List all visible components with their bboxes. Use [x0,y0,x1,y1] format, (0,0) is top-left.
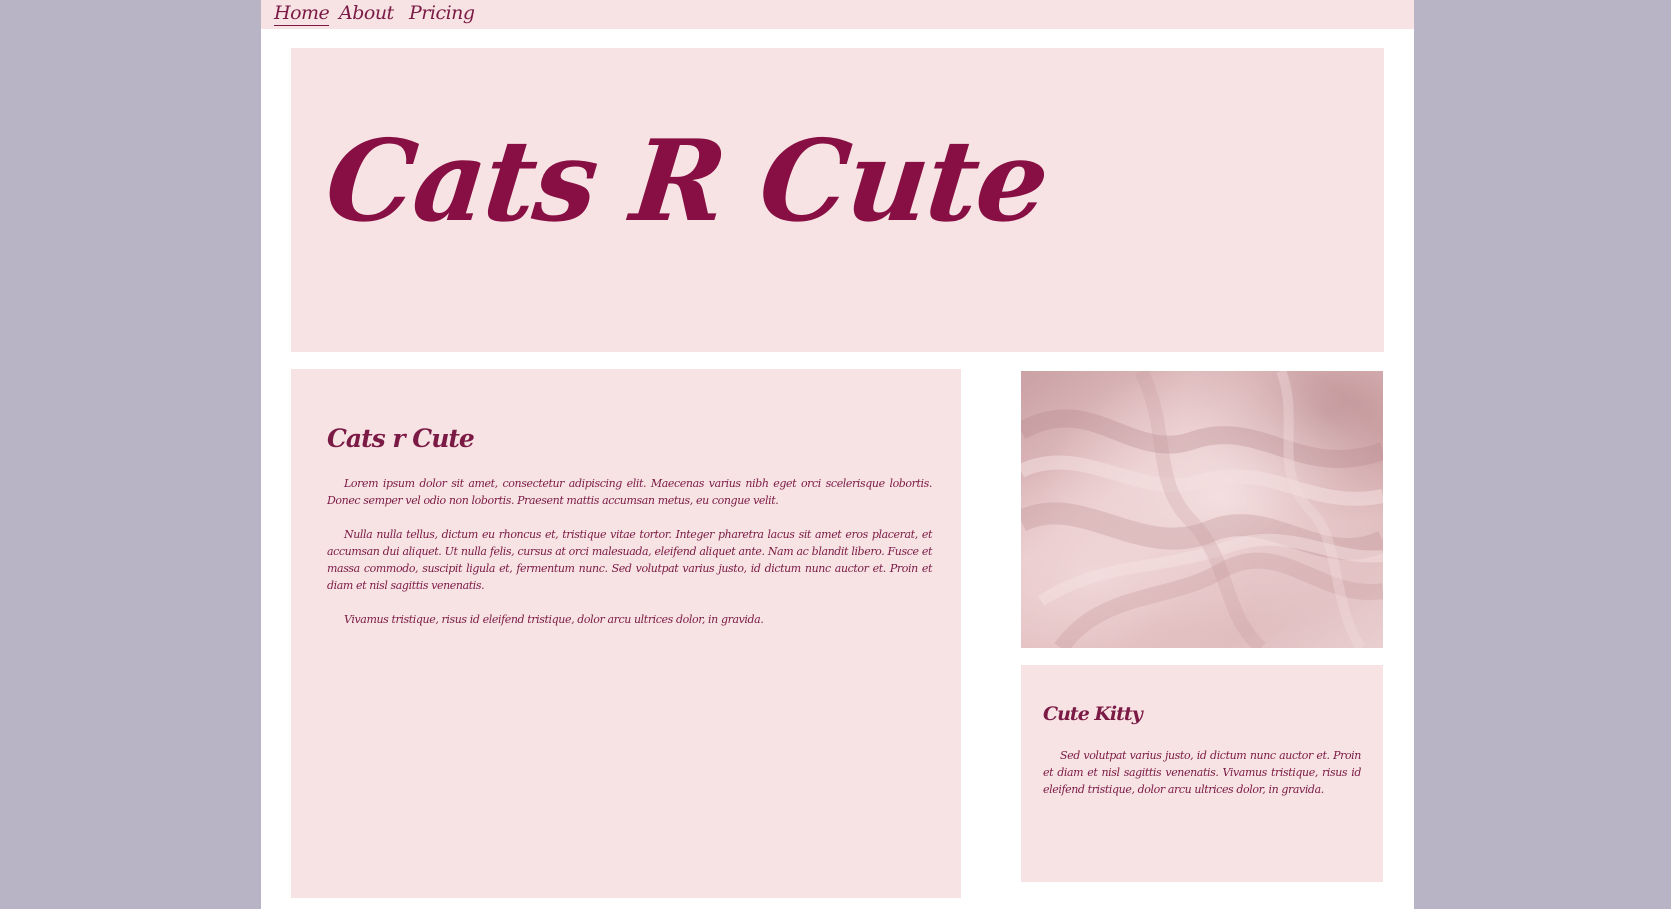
hero-banner: Cats R Cute [291,48,1384,352]
main-paragraph: Nulla nulla tellus, dictum eu rhoncus et… [327,528,932,592]
pink-fabric-image [1021,371,1383,648]
kitty-heading: Cute Kitty [1043,703,1143,725]
cute-kitty-card: Cute Kitty Sed volutpat varius justo, id… [1021,665,1383,882]
main-content-card: Cats r Cute Lorem ipsum dolor sit amet, … [291,369,961,898]
top-navbar: Home About Pricing [261,0,1414,29]
main-paragraph: Vivamus tristique, risus id eleifend tri… [344,613,764,626]
page-container: Home About Pricing Cats R Cute Cats r Cu… [261,0,1414,909]
kitty-paragraph: Sed volutpat varius justo, id dictum nun… [1043,749,1361,796]
hero-title: Cats R Cute [320,116,1054,247]
main-body: Lorem ipsum dolor sit amet, consectetur … [327,475,932,645]
nav-link-about[interactable]: About [339,2,394,24]
nav-link-pricing[interactable]: Pricing [409,2,475,24]
main-paragraph: Lorem ipsum dolor sit amet, consectetur … [327,477,932,507]
kitty-body: Sed volutpat varius justo, id dictum nun… [1043,747,1361,798]
nav-link-home[interactable]: Home [274,2,330,26]
main-heading: Cats r Cute [327,424,475,453]
